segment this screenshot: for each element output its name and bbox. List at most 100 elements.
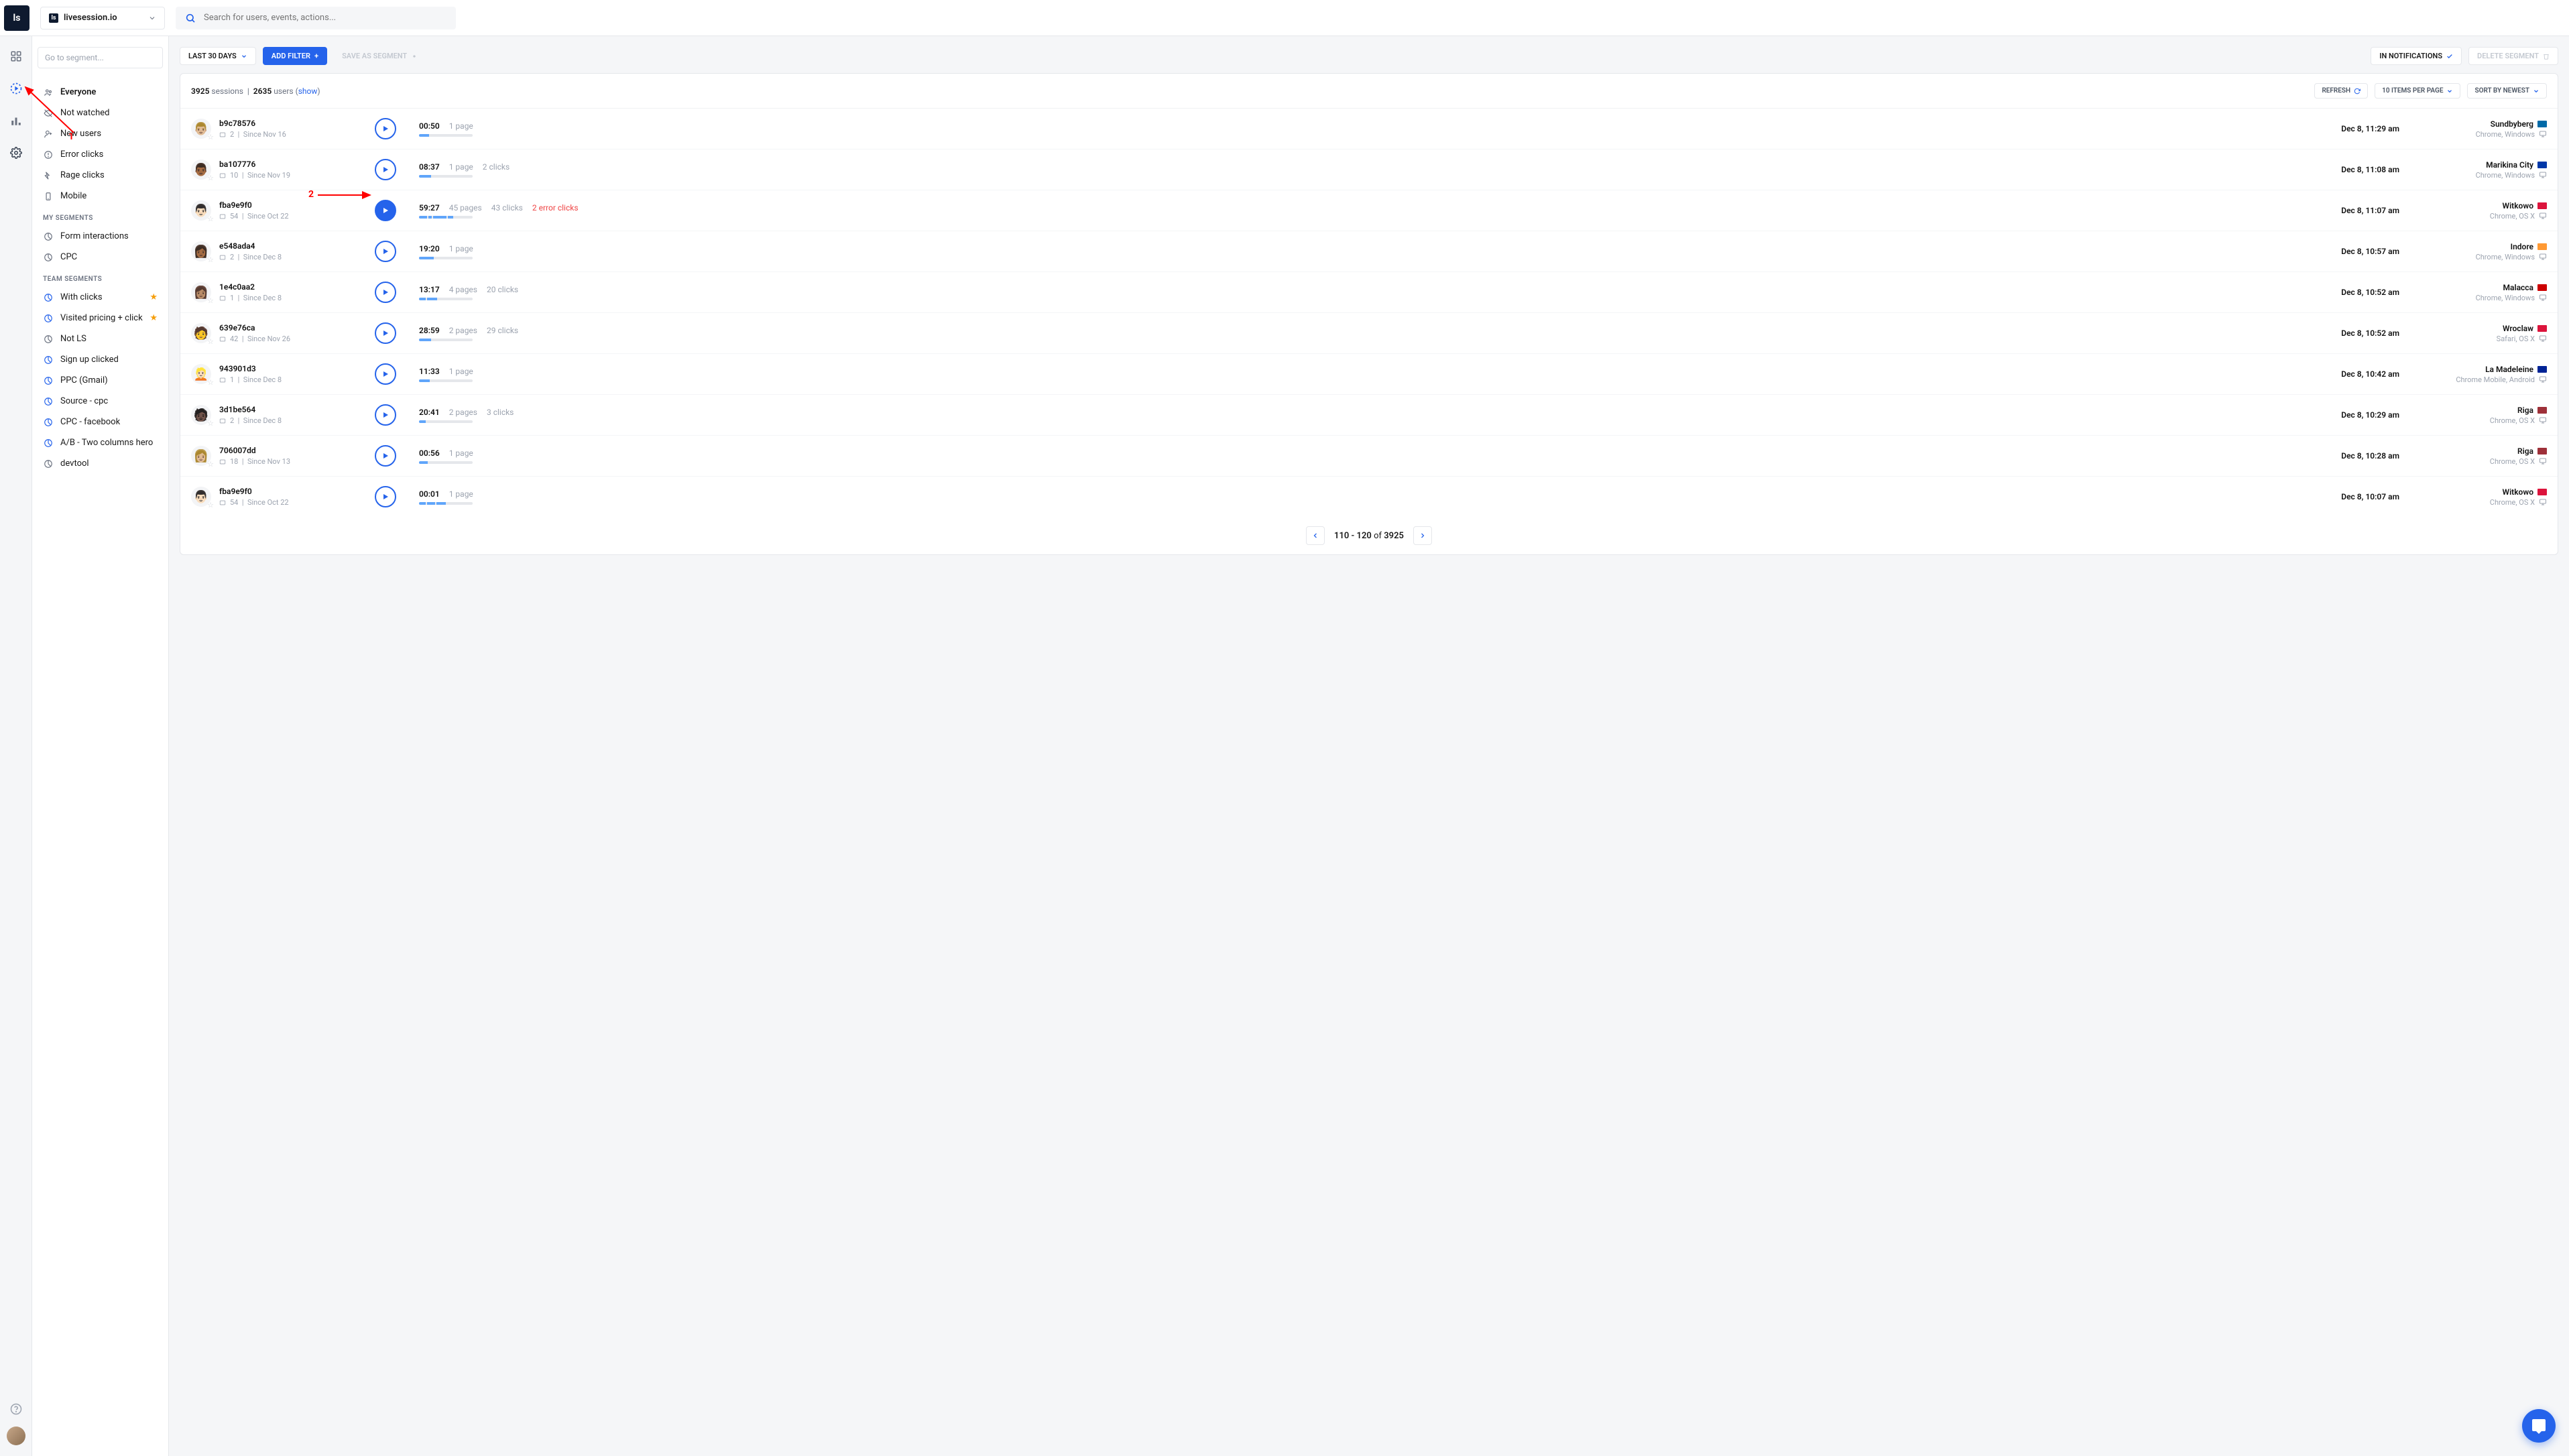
segment-item[interactable]: devtool xyxy=(38,453,163,474)
session-row[interactable]: 👱🏻☆ 943901d3 1 | Since Dec 8 11:33 1 pag… xyxy=(180,354,2558,395)
date-filter-button[interactable]: LAST 30 DAYS xyxy=(180,47,256,65)
favorite-star-icon[interactable]: ☆ xyxy=(207,501,214,509)
save-segment-button[interactable]: SAVE AS SEGMENT xyxy=(334,48,426,64)
session-row[interactable]: 🧑☆ 639e76ca 42 | Since Nov 26 28:59 2 pa… xyxy=(180,313,2558,354)
session-avatar: 👨🏻☆ xyxy=(191,200,211,221)
chevron-down-icon xyxy=(2533,88,2540,95)
session-date: Dec 8, 10:52 am xyxy=(2292,328,2399,338)
segment-item[interactable]: A/B - Two columns hero xyxy=(38,432,163,453)
add-filter-button[interactable]: ADD FILTER + xyxy=(263,47,327,65)
chat-widget[interactable] xyxy=(2522,1409,2556,1443)
monitor-icon xyxy=(2539,457,2547,465)
global-search[interactable] xyxy=(176,7,456,29)
segment-item[interactable]: CPC - facebook xyxy=(38,412,163,432)
play-button[interactable] xyxy=(375,322,396,344)
segment-label: Error clicks xyxy=(60,149,158,160)
play-button[interactable] xyxy=(375,241,396,262)
favorite-star-icon[interactable]: ☆ xyxy=(207,378,214,387)
favorite-star-icon[interactable]: ☆ xyxy=(207,174,214,182)
segment-item[interactable]: CPC xyxy=(38,247,163,267)
segment-item[interactable]: Sign up clicked xyxy=(38,349,163,370)
rail-help[interactable] xyxy=(9,1402,23,1416)
session-location: Wroclaw xyxy=(2503,324,2547,333)
segment-item[interactable]: Source - cpc xyxy=(38,391,163,412)
session-row[interactable]: 👨🏼☆ b9c78576 2 | Since Nov 16 00:50 1 pa… xyxy=(180,109,2558,149)
segment-item[interactable]: Mobile xyxy=(38,186,163,206)
play-button[interactable] xyxy=(375,445,396,467)
play-button[interactable] xyxy=(375,404,396,426)
play-button[interactable] xyxy=(375,363,396,385)
segment-item[interactable]: PPC (Gmail) xyxy=(38,370,163,391)
rail-settings[interactable] xyxy=(9,146,23,160)
segment-item[interactable]: Not LS xyxy=(38,328,163,349)
session-user-meta: 54 | Since Oct 22 xyxy=(219,498,289,507)
go-to-segment-input[interactable]: Go to segment... xyxy=(38,47,163,68)
segment-label: Sign up clicked xyxy=(60,355,158,365)
annotation-label-1: 1 xyxy=(68,131,74,142)
session-row[interactable]: 👩🏼☆ 706007dd 18 | Since Nov 13 00:56 1 p… xyxy=(180,436,2558,477)
next-page-button[interactable] xyxy=(1413,526,1432,545)
session-row[interactable]: 👩🏽☆ 1e4c0aa2 1 | Since Dec 8 13:17 4 pag… xyxy=(180,272,2558,313)
play-button[interactable] xyxy=(375,118,396,139)
flag-icon xyxy=(2537,162,2547,168)
app-logo[interactable]: ls xyxy=(4,5,29,31)
session-progress xyxy=(419,502,473,505)
search-input[interactable] xyxy=(204,13,446,23)
play-button[interactable] xyxy=(375,159,396,180)
delete-segment-button[interactable]: DELETE SEGMENT xyxy=(2468,47,2558,65)
session-row[interactable]: 👩🏾☆ e548ada4 2 | Since Dec 8 19:20 1 pag… xyxy=(180,231,2558,272)
rail-dashboard[interactable] xyxy=(9,50,23,63)
monitor-icon xyxy=(2539,130,2547,138)
session-pages: 1 page xyxy=(449,448,473,458)
session-location: Riga xyxy=(2517,406,2547,415)
refresh-button[interactable]: REFRESH xyxy=(2314,83,2368,99)
workspace-icon: ls xyxy=(49,13,58,23)
favorite-star-icon[interactable]: ☆ xyxy=(207,419,214,428)
favorite-star-icon[interactable]: ☆ xyxy=(207,337,214,346)
chart-blue-icon xyxy=(43,397,54,406)
workspace-selector[interactable]: ls livesession.io xyxy=(40,7,165,29)
session-user-id: 943901d3 xyxy=(219,364,282,373)
show-users-link[interactable]: show xyxy=(298,86,318,96)
chart-blue-icon xyxy=(43,293,54,302)
add-filter-label: ADD FILTER xyxy=(272,52,310,60)
user-avatar[interactable] xyxy=(7,1427,25,1445)
play-button[interactable] xyxy=(375,486,396,507)
prev-page-button[interactable] xyxy=(1306,526,1325,545)
segment-item[interactable]: Rage clicks xyxy=(38,165,163,186)
date-filter-label: LAST 30 DAYS xyxy=(188,52,237,60)
sort-button[interactable]: SORT BY NEWEST xyxy=(2467,83,2547,99)
favorite-star-icon[interactable]: ☆ xyxy=(207,215,214,223)
segment-item[interactable]: With clicks ★ xyxy=(38,287,163,308)
rail-sessions[interactable] xyxy=(9,82,23,95)
session-system: Safari, OS X xyxy=(2497,335,2547,343)
session-row[interactable]: 👨🏻☆ fba9e9f0 54 | Since Oct 22 59:27 45 … xyxy=(180,190,2558,231)
user-plus-icon xyxy=(43,129,54,139)
session-row[interactable]: 👨🏾☆ ba107776 10 | Since Nov 19 08:37 1 p… xyxy=(180,149,2558,190)
session-duration: 59:27 xyxy=(419,203,440,213)
play-button[interactable] xyxy=(375,200,396,221)
session-location: Witkowo xyxy=(2503,201,2547,210)
rail-analytics[interactable] xyxy=(9,114,23,127)
per-page-button[interactable]: 10 ITEMS PER PAGE xyxy=(2375,83,2460,99)
segment-item[interactable]: Not watched xyxy=(38,103,163,123)
session-date: Dec 8, 10:57 am xyxy=(2292,247,2399,256)
favorite-star-icon[interactable]: ☆ xyxy=(207,296,214,305)
session-row[interactable]: 🧑🏿☆ 3d1be564 2 | Since Dec 8 20:41 2 pag… xyxy=(180,395,2558,436)
segment-item[interactable]: Error clicks xyxy=(38,144,163,165)
session-user-id: e548ada4 xyxy=(219,241,282,251)
in-notifications-button[interactable]: IN NOTIFICATIONS xyxy=(2371,47,2462,65)
segment-item[interactable]: Visited pricing + click ★ xyxy=(38,308,163,328)
play-button[interactable] xyxy=(375,282,396,303)
segment-item[interactable]: Everyone xyxy=(38,82,163,103)
session-system: Chrome, OS X xyxy=(2490,416,2547,425)
favorite-star-icon[interactable]: ☆ xyxy=(207,255,214,264)
favorite-star-icon[interactable]: ☆ xyxy=(207,460,214,469)
session-system: Chrome, OS X xyxy=(2490,457,2547,466)
favorite-star-icon[interactable]: ☆ xyxy=(207,133,214,141)
segment-item[interactable]: New users xyxy=(38,123,163,144)
segment-label: Everyone xyxy=(60,87,158,97)
chart-icon xyxy=(43,335,54,344)
segment-item[interactable]: Form interactions xyxy=(38,226,163,247)
session-row[interactable]: 👨🏻☆ fba9e9f0 54 | Since Oct 22 00:01 1 p… xyxy=(180,477,2558,517)
